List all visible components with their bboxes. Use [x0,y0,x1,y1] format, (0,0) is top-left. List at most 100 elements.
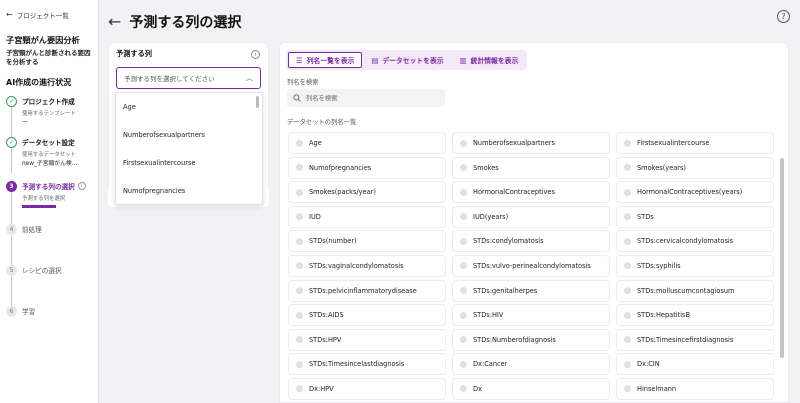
tab-column-list[interactable]: ☰ 列名一覧を表示 [288,52,363,68]
step-dataset-setting[interactable]: ✓ データセット設定 使用するデータセット new_子宮頸がん検... [6,136,92,181]
dropdown-option[interactable]: Numberofsexualpartners [116,121,262,149]
search-icon [293,94,301,102]
dropdown-option[interactable]: Age [116,93,262,121]
column-option[interactable]: STDs:Timesincefirstdiagnosis [616,328,774,351]
radio-button[interactable] [296,188,303,196]
column-option[interactable]: STDs:AIDS [288,304,446,327]
radio-button[interactable] [296,139,303,147]
column-option[interactable]: STDs:HepatitisB [616,304,774,327]
radio-button[interactable] [624,164,631,172]
panel-scrollbar[interactable] [780,158,784,358]
column-name: STDs:syphilis [637,261,681,270]
page-header: ← 予測する列の選択 [108,12,241,32]
step-recipe[interactable]: 5 レシピの選択 [6,264,92,306]
column-name: Dx:Cancer [473,360,508,369]
column-name: Smokes(packs/year) [309,188,376,197]
step-target-column[interactable]: 3 予測する列の選択 i 予測する列を選択 [6,180,92,224]
radio-button[interactable] [624,336,631,344]
radio-button[interactable] [296,164,303,172]
column-option[interactable]: STDs(number) [288,230,446,253]
step-training[interactable]: 6 学習 [6,305,92,326]
radio-button[interactable] [460,287,467,295]
back-to-projects-link[interactable]: ← プロジェクト一覧 [6,10,92,21]
radio-button[interactable] [460,262,467,270]
column-option[interactable]: Smokes(packs/year) [288,181,446,204]
column-option[interactable]: Dx:CIN [616,353,774,376]
column-option[interactable]: HormonalContraceptives(years) [616,181,774,204]
column-option[interactable]: Hinselmann [616,377,774,400]
radio-button[interactable] [624,360,631,368]
dropdown-option[interactable]: Numofpregnancies [116,177,262,204]
column-name: Firstsexualintercourse [637,139,710,147]
step-preprocess[interactable]: 4 前処理 [6,223,92,265]
progress-steps: ✓ プロジェクト作成 使用するテンプレート ー ✓ データセット設定 使用するデ… [6,95,92,326]
column-option[interactable]: IUD [288,205,446,228]
help-icon[interactable]: ? [777,10,790,23]
tab-label: データセットを表示 [382,57,444,65]
radio-button[interactable] [624,385,631,393]
radio-button[interactable] [624,237,631,245]
column-option[interactable]: Dx [452,377,610,400]
column-option[interactable]: STDs:HIV [452,304,610,327]
column-option[interactable]: STDs:pelvicinflammatorydisease [288,279,446,302]
info-icon[interactable]: i [251,50,260,59]
column-option[interactable]: Smokes(years) [616,156,774,179]
column-option[interactable]: STDs:condylomatosis [452,230,610,253]
radio-button[interactable] [296,237,303,245]
column-option[interactable]: Dx:Cancer [452,353,610,376]
column-name: Dx [473,384,482,393]
radio-button[interactable] [460,336,467,344]
column-option[interactable]: STDs:HPV [288,328,446,351]
radio-button[interactable] [296,262,303,270]
radio-button[interactable] [460,164,467,172]
column-option[interactable]: STDs:Timesincelastdiagnosis [288,353,446,376]
radio-button[interactable] [460,360,467,368]
dropdown-scrollbar[interactable] [256,96,259,108]
column-option[interactable]: Firstsexualintercourse [616,132,774,154]
radio-button[interactable] [296,336,303,344]
column-option[interactable]: IUD(years) [452,205,610,228]
search-input[interactable] [306,94,436,102]
back-arrow-icon[interactable]: ← [108,14,121,30]
column-option[interactable]: HormonalContraceptives [452,181,610,204]
step-connector [11,106,12,137]
radio-button[interactable] [296,213,303,221]
column-option[interactable]: STDs:vaginalcondylomatosis [288,254,446,277]
radio-button[interactable] [460,311,467,319]
column-name: STDs [637,212,654,221]
info-icon[interactable]: i [77,181,86,190]
radio-button[interactable] [296,311,303,319]
tab-dataset[interactable]: ▤ データセットを表示 [364,52,450,68]
radio-button[interactable] [460,139,467,147]
step-project-create[interactable]: ✓ プロジェクト作成 使用するテンプレート ー [6,95,92,137]
column-option[interactable]: STDs:cervicalcondylomatosis [616,230,774,253]
radio-button[interactable] [624,262,631,270]
radio-button[interactable] [460,188,467,196]
radio-button[interactable] [460,237,467,245]
column-option[interactable]: Smokes [452,156,610,179]
radio-button[interactable] [296,360,303,368]
column-option[interactable]: STDs:Numberofdiagnosis [452,328,610,351]
column-option[interactable]: STDs:syphilis [616,254,774,277]
search-box[interactable] [287,89,445,107]
radio-button[interactable] [460,385,467,393]
column-option[interactable]: STDs:genitalherpes [452,279,610,302]
column-option[interactable]: Numberofsexualpartners [452,132,610,154]
column-option[interactable]: STDs:molluscumcontagiosum [616,279,774,302]
radio-button[interactable] [296,287,303,295]
column-option[interactable]: Numofpregnancies [288,156,446,179]
radio-button[interactable] [460,213,467,221]
column-option[interactable]: STDs [616,205,774,228]
tab-statistics[interactable]: ▥ 統計情報を表示 [453,52,526,68]
radio-button[interactable] [624,188,631,196]
radio-button[interactable] [624,287,631,295]
radio-button[interactable] [624,311,631,319]
column-option[interactable]: STDs:vulvo-perinealcondylomatosis [452,254,610,277]
target-column-select[interactable]: 予測する列を選択してください ︿ [116,67,261,89]
column-option[interactable]: Dx:HPV [288,377,446,400]
radio-button[interactable] [296,385,303,393]
dropdown-option[interactable]: Firstsexualintercourse [116,149,262,177]
radio-button[interactable] [624,139,631,147]
radio-button[interactable] [624,213,631,221]
column-option[interactable]: Age [288,132,446,154]
